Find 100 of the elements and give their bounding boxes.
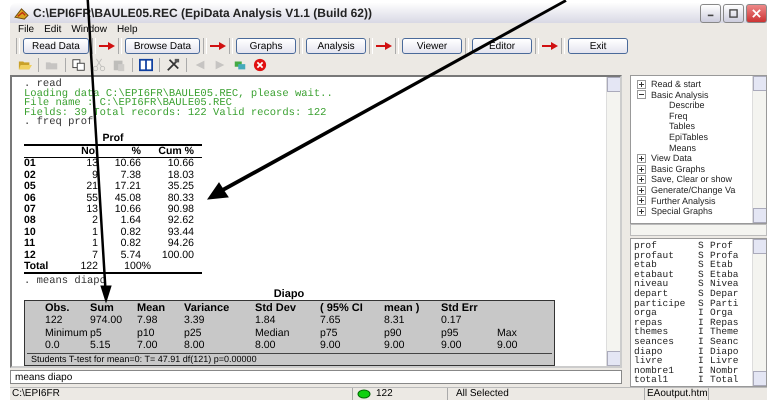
- table-cell-text: 94.26: [166, 238, 195, 250]
- table-cell-text: 1: [91, 238, 99, 250]
- expand-icon[interactable]: [637, 154, 646, 163]
- horizontal-scrollbar[interactable]: [630, 224, 767, 236]
- list-item[interactable]: profaut S Profa: [634, 250, 752, 260]
- tree-item[interactable]: View Data: [637, 153, 752, 164]
- collapse-icon[interactable]: [637, 90, 646, 100]
- list-item[interactable]: etabaut S Etaba: [634, 270, 752, 280]
- expand-icon[interactable]: [637, 80, 646, 89]
- table-cell-text: 13: [85, 204, 99, 216]
- toolbar-button[interactable]: Exit: [568, 38, 628, 54]
- column-header: p25: [184, 326, 203, 340]
- output-file: EAoutput.htm: [645, 388, 709, 400]
- list-item[interactable]: etab S Etab: [634, 260, 752, 270]
- scrollbar[interactable]: [752, 239, 766, 386]
- copy-icon[interactable]: [72, 58, 86, 72]
- tree-item[interactable]: Basic Graphs: [637, 164, 752, 174]
- toolbar-button[interactable]: Analysis: [306, 38, 366, 54]
- menu-item[interactable]: File: [18, 24, 34, 35]
- column-header: Mean: [137, 302, 166, 314]
- column-header: %: [130, 146, 142, 158]
- expand-icon[interactable]: [637, 164, 646, 174]
- row-header: 06: [24, 192, 37, 204]
- tree-item[interactable]: Freq: [637, 110, 752, 122]
- tools-icon[interactable]: [166, 58, 180, 72]
- toolbar-button[interactable]: Read Data: [23, 38, 89, 54]
- list-item[interactable]: nombre1 I Nombr: [634, 366, 752, 376]
- expand-icon[interactable]: [637, 206, 646, 216]
- table-cell-text: 80.33: [166, 192, 195, 204]
- list-item[interactable]: diapo I Diapo: [634, 346, 752, 356]
- tree-item[interactable]: Describe: [637, 100, 752, 111]
- stop-icon[interactable]: [253, 58, 267, 72]
- list-item[interactable]: prof S Prof: [634, 241, 752, 251]
- toolbar-button[interactable]: Editor: [472, 38, 532, 54]
- expand-icon[interactable]: [637, 175, 646, 184]
- t-test-result: Students T-test for mean=0: T= 47.91 df(121) p=0.00000: [27, 352, 552, 365]
- tree-item[interactable]: Basic Analysis: [637, 90, 752, 100]
- list-item[interactable]: seances I Seanc: [634, 336, 752, 347]
- column-header: p90: [384, 326, 403, 340]
- table-cell-text: 8.00: [184, 339, 206, 352]
- tree-item[interactable]: Further Analysis: [637, 196, 752, 206]
- column-header: Sum: [90, 302, 115, 314]
- app-icon: [14, 6, 29, 20]
- table-cell-text: 7.98: [137, 314, 158, 327]
- column-header: Std Err: [441, 302, 479, 314]
- minimize-button[interactable]: [700, 4, 721, 22]
- column-header: Cum %: [157, 146, 195, 158]
- column-header: Minimum: [45, 326, 89, 340]
- list-item[interactable]: niveau S Nivea: [634, 279, 752, 289]
- expand-icon[interactable]: [637, 196, 646, 206]
- column-header: p75: [320, 326, 339, 340]
- row-header: Total: [24, 261, 50, 272]
- tree-item[interactable]: Tables: [637, 121, 752, 132]
- column-header: p10: [137, 326, 156, 340]
- menu-item[interactable]: Edit: [44, 24, 62, 35]
- tree-item[interactable]: EpiTables: [637, 132, 752, 143]
- table-cell-text: 974.00: [90, 314, 124, 327]
- table-cell-text: 8.31: [384, 314, 406, 327]
- tree-item[interactable]: Save, Clear or show: [637, 174, 752, 185]
- table-cell-text: 100%: [123, 261, 152, 272]
- window-icon[interactable]: [139, 58, 153, 72]
- toolbar-button[interactable]: Browse Data: [124, 38, 200, 54]
- column-header: Variance: [184, 302, 230, 314]
- maximize-button[interactable]: [723, 4, 744, 22]
- list-item[interactable]: participe S Parti: [634, 298, 752, 308]
- scrollbar[interactable]: [606, 77, 620, 366]
- table-cell-text: 0.17: [441, 314, 462, 327]
- table-cell-text: 1: [91, 226, 99, 238]
- table-cell-text: 9.00: [441, 339, 462, 352]
- scrollbar[interactable]: [752, 76, 766, 223]
- close-button[interactable]: [746, 4, 767, 22]
- table-cell-text: 10.66: [166, 158, 195, 170]
- expand-icon[interactable]: [637, 186, 646, 195]
- tree-item[interactable]: Special Graphs: [637, 206, 752, 217]
- list-item[interactable]: orga I Orga: [634, 308, 752, 318]
- command-input[interactable]: means diapo: [10, 370, 622, 384]
- list-item[interactable]: depart S Depar: [634, 288, 752, 299]
- tree-item[interactable]: Means: [637, 142, 752, 154]
- table-cell-text: 18.03: [166, 170, 195, 182]
- table-cell-text: 9.00: [384, 339, 406, 352]
- tree-item[interactable]: Generate/Change Va: [637, 184, 752, 196]
- column-header: Obs.: [45, 302, 70, 314]
- row-header: 11: [24, 238, 36, 250]
- maximize-icon: [729, 8, 738, 18]
- list-item[interactable]: total1 I Total: [634, 375, 752, 385]
- toolbar-button[interactable]: Viewer: [402, 38, 462, 54]
- list-item[interactable]: livre I Livre: [634, 356, 752, 366]
- column-header: Median: [255, 326, 290, 340]
- row-header: 08: [24, 215, 37, 227]
- menu-item[interactable]: Help: [116, 24, 138, 35]
- table-cell-text: 93.44: [166, 226, 195, 238]
- list-item[interactable]: repas I Repas: [634, 318, 752, 328]
- list-item[interactable]: themes I Theme: [634, 327, 752, 337]
- table-cell-text: 8.00: [255, 339, 276, 352]
- toolbar-button[interactable]: Graphs: [236, 38, 296, 54]
- table-cell-text: 0.82: [120, 226, 142, 238]
- table-cell-text: 92.62: [166, 215, 195, 227]
- tree-item[interactable]: Read & start: [637, 79, 752, 90]
- column-header: Max: [497, 326, 518, 340]
- row-header: 02: [24, 170, 37, 182]
